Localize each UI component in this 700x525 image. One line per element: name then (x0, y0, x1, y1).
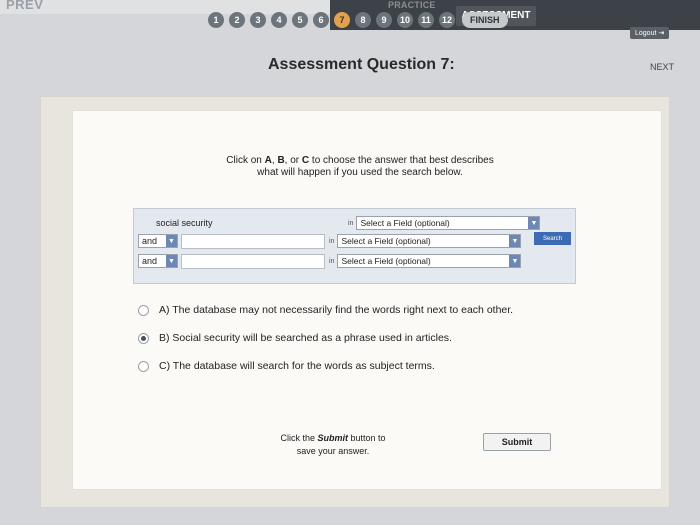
step-10[interactable]: 10 (397, 12, 413, 28)
submit-note-suffix: button to (347, 433, 386, 443)
bool-select-2-value: and (142, 236, 158, 246)
answer-option-c[interactable]: C) The database will search for the word… (138, 359, 513, 373)
search-row-2: and ▼ in Select a Field (optional) ▼ (134, 233, 522, 249)
answer-a-text: A) The database may not necessarily find… (159, 304, 514, 316)
submit-button[interactable]: Submit (483, 433, 551, 451)
chevron-down-icon: ▼ (528, 217, 540, 229)
prev-link[interactable]: PREV (6, 0, 43, 12)
step-12[interactable]: 12 (439, 12, 455, 28)
bool-select-3[interactable]: and ▼ (138, 254, 178, 268)
page-title: Assessment Question 7: (268, 56, 455, 73)
answer-options: A) The database may not necessarily find… (138, 303, 513, 387)
field-select-2[interactable]: Select a Field (optional) ▼ (337, 234, 522, 248)
step-7-current[interactable]: 7 (334, 12, 350, 28)
chevron-down-icon: ▼ (166, 255, 177, 267)
logout-button[interactable]: Logout ⇥ (630, 27, 670, 39)
answer-option-a[interactable]: A) The database may not necessarily find… (138, 303, 513, 317)
instruction-line-2: what will happen if you used the search … (257, 167, 463, 178)
search-row-3: and ▼ in Select a Field (optional) ▼ (134, 253, 522, 269)
next-link[interactable]: NEXT (650, 62, 674, 72)
submit-note-keyword: Submit (317, 433, 348, 443)
radio-c[interactable] (138, 360, 149, 372)
search-builder: in Select a Field (optional) ▼ and ▼ in … (133, 208, 576, 284)
logout-icon: ⇥ (658, 30, 665, 37)
finish-button[interactable]: FINISH (462, 12, 508, 28)
search-term-input-1[interactable] (152, 215, 344, 231)
step-4[interactable]: 4 (271, 12, 287, 28)
in-label-1: in (348, 219, 354, 227)
field-select-1[interactable]: Select a Field (optional) ▼ (356, 216, 541, 230)
search-row-1: in Select a Field (optional) ▼ (134, 215, 541, 231)
submit-instruction: Click the Submit button to save your ans… (258, 432, 408, 458)
search-term-input-3[interactable] (181, 253, 325, 269)
search-button[interactable]: Search (534, 232, 571, 245)
chevron-down-icon: ▼ (509, 255, 521, 267)
logout-label: Logout (635, 30, 657, 37)
instruction-option-b: B (277, 155, 285, 166)
radio-b[interactable] (138, 332, 149, 344)
field-select-1-value: Select a Field (optional) (360, 218, 450, 228)
chevron-down-icon: ▼ (509, 235, 521, 247)
step-8[interactable]: 8 (355, 12, 371, 28)
in-label-3: in (329, 257, 335, 265)
answer-c-text: C) The database will search for the word… (159, 360, 435, 372)
instruction-option-a: A (264, 155, 272, 166)
question-steps: 1 2 3 4 5 6 7 8 9 10 11 12 FINISH (208, 12, 508, 28)
field-select-3-value: Select a Field (optional) (341, 256, 431, 266)
instruction-suffix: to choose the answer that best describes (309, 155, 494, 166)
bool-select-3-value: and (142, 256, 158, 266)
submit-note-line-2: save your answer. (296, 446, 370, 456)
chevron-down-icon: ▼ (166, 235, 177, 247)
field-select-3[interactable]: Select a Field (optional) ▼ (337, 254, 522, 268)
tab-practice[interactable]: PRACTICE (388, 0, 436, 10)
in-label-2: in (329, 237, 335, 245)
bool-select-2[interactable]: and ▼ (138, 234, 178, 248)
submit-note-prefix: Click the (280, 433, 318, 443)
step-11[interactable]: 11 (418, 12, 434, 28)
step-9[interactable]: 9 (376, 12, 392, 28)
step-5[interactable]: 5 (292, 12, 308, 28)
step-3[interactable]: 3 (250, 12, 266, 28)
search-term-input-2[interactable] (181, 233, 325, 249)
answer-b-text: B) Social security will be searched as a… (159, 332, 452, 344)
step-2[interactable]: 2 (229, 12, 245, 28)
answer-option-b[interactable]: B) Social security will be searched as a… (138, 331, 513, 345)
step-1[interactable]: 1 (208, 12, 224, 28)
question-instruction: Click on A, B, or C to choose the answer… (190, 155, 530, 179)
step-6[interactable]: 6 (313, 12, 329, 28)
instruction-sep-2: , or (284, 155, 302, 166)
field-select-2-value: Select a Field (optional) (341, 236, 431, 246)
instruction-prefix: Click on (226, 155, 265, 166)
radio-a[interactable] (138, 304, 149, 316)
